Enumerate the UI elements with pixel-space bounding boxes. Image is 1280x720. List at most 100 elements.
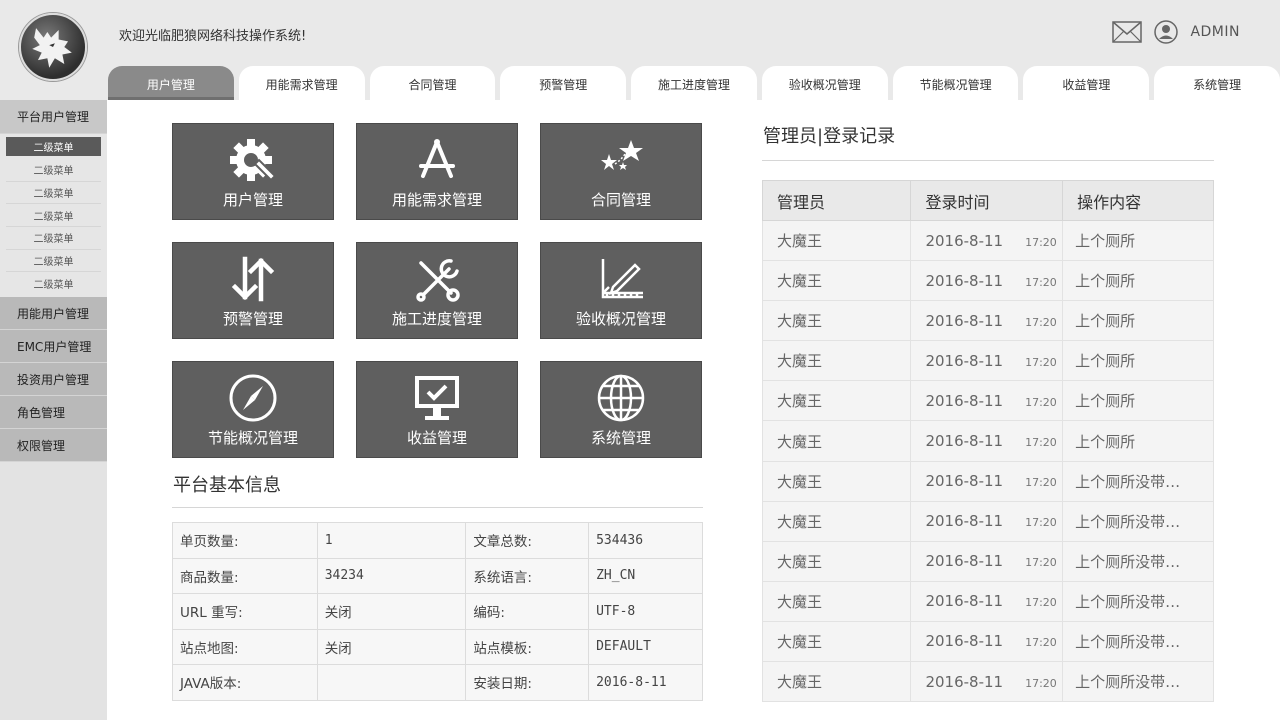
table-row[interactable]: 大魔王 2016-8-11 17:20 上个厕所 — [761, 300, 1214, 342]
table-row[interactable]: 大魔王 2016-8-11 17:20 上个厕所没带… — [761, 620, 1214, 663]
table-row: 单页数量: 1 文章总数: 534436 — [172, 522, 703, 559]
tile-contract[interactable]: 合同管理 — [540, 123, 702, 220]
sidebar-subitem[interactable]: 二级菜单 — [6, 182, 101, 205]
table-row[interactable]: 大魔王 2016-8-11 17:20 上个厕所 — [761, 219, 1214, 262]
header: 欢迎光临肥狼网络科技操作系统! ADMIN 用户管理 用能需求管理 合同管理 预… — [0, 0, 1280, 100]
platform-info-table: 单页数量: 1 文章总数: 534436 商品数量: 34234 系统语言: Z… — [172, 522, 703, 701]
table-row[interactable]: 大魔王 2016-8-11 17:20 上个厕所没带… — [761, 500, 1214, 542]
login-time: 17:20 — [1025, 516, 1057, 530]
tab-warning[interactable]: 预警管理 — [500, 66, 627, 100]
sidebar-group-platform-users[interactable]: 平台用户管理 — [0, 100, 107, 134]
sidebar-group-investor-users[interactable]: 投资用户管理 — [0, 363, 107, 397]
sidebar-subitem[interactable]: 二级菜单 — [6, 204, 101, 228]
tab-construction-progress[interactable]: 施工进度管理 — [631, 66, 757, 100]
tab-system[interactable]: 系统管理 — [1154, 66, 1280, 100]
admin-username[interactable]: ADMIN — [1190, 24, 1240, 40]
table-row[interactable]: 大魔王 2016-8-11 17:20 上个厕所 — [761, 260, 1214, 302]
login-time-cell: 2016-8-11 17:20 — [910, 380, 1064, 422]
main-nav-tabs: 用户管理 用能需求管理 合同管理 预警管理 施工进度管理 验收概况管理 节能概况… — [108, 66, 1280, 100]
info-label: 站点地图: — [172, 628, 318, 665]
login-time: 17:20 — [1025, 395, 1057, 409]
tile-energy-saving[interactable]: 节能概况管理 — [172, 361, 334, 458]
action-content-cell: 上个厕所没带… — [1062, 661, 1214, 703]
login-date: 2016-8-11 — [925, 351, 1004, 370]
info-label: 商品数量: — [172, 557, 318, 594]
admin-cell: 大魔王 — [761, 500, 912, 542]
sidebar-subitem[interactable]: 二级菜单 — [6, 159, 101, 182]
up-down-arrows-icon — [231, 256, 275, 302]
tile-system[interactable]: 系统管理 — [540, 361, 702, 458]
table-row[interactable]: 大魔王 2016-8-11 17:20 上个厕所没带… — [761, 460, 1214, 502]
tile-label: 合同管理 — [590, 191, 651, 209]
mail-icon[interactable] — [1112, 21, 1143, 43]
info-value: 关闭 — [316, 593, 467, 630]
tile-acceptance[interactable]: 验收概况管理 — [540, 242, 702, 339]
login-time: 17:20 — [1025, 235, 1057, 249]
info-value: 34234 — [316, 557, 467, 594]
table-row[interactable]: 大魔王 2016-8-11 17:20 上个厕所没带… — [761, 661, 1214, 703]
sidebar-group-permissions[interactable]: 权限管理 — [0, 429, 107, 463]
sidebar-subitem[interactable]: 二级菜单 — [6, 137, 101, 156]
tab-user-management[interactable]: 用户管理 — [108, 66, 234, 100]
login-time-cell: 2016-8-11 17:20 — [910, 540, 1064, 582]
admin-cell: 大魔王 — [761, 260, 912, 302]
login-time-cell: 2016-8-11 17:20 — [910, 661, 1064, 703]
login-time-cell: 2016-8-11 17:20 — [910, 300, 1064, 342]
table-row[interactable]: 大魔王 2016-8-11 17:20 上个厕所 — [761, 340, 1214, 382]
tile-warning[interactable]: 预警管理 — [172, 242, 334, 339]
divider — [172, 507, 703, 508]
login-date: 2016-8-11 — [925, 592, 1004, 611]
tile-label: 施工进度管理 — [391, 310, 482, 328]
login-log-body: 大魔王 2016-8-11 17:20 上个厕所 大魔王 2016-8-11 17:20 上个… — [761, 219, 1214, 703]
login-time-cell: 2016-8-11 17:20 — [910, 340, 1064, 382]
login-date: 2016-8-11 — [925, 552, 1004, 571]
admin-cell: 大魔王 — [761, 420, 912, 462]
info-value: UTF-8 — [588, 593, 703, 630]
login-date: 2016-8-11 — [925, 472, 1004, 491]
info-value: 534436 — [588, 522, 703, 559]
table-row[interactable]: 大魔王 2016-8-11 17:20 上个厕所 — [761, 420, 1214, 462]
tab-contract[interactable]: 合同管理 — [369, 66, 496, 100]
tile-energy-demand[interactable]: 用能需求管理 — [356, 123, 518, 220]
header-actions: ADMIN — [1112, 20, 1240, 44]
action-content-cell: 上个厕所 — [1062, 219, 1214, 262]
login-date: 2016-8-11 — [925, 672, 1004, 691]
sidebar: 平台用户管理 二级菜单 二级菜单 二级菜单 二级菜单 二级菜单 二级菜单 二级菜… — [0, 100, 107, 720]
info-value: DEFAULT — [588, 628, 703, 665]
user-avatar-icon[interactable] — [1154, 20, 1179, 44]
info-label: 系统语言: — [465, 557, 590, 594]
tab-energy-saving[interactable]: 节能概况管理 — [892, 66, 1019, 100]
sidebar-group-roles[interactable]: 角色管理 — [0, 396, 107, 430]
table-row[interactable]: 大魔王 2016-8-11 17:20 上个厕所没带… — [761, 540, 1214, 582]
admin-cell: 大魔王 — [761, 580, 912, 622]
sidebar-subitem[interactable]: 二级菜单 — [6, 250, 101, 273]
table-header-row: 管理员 登录时间 操作内容 — [761, 180, 1214, 221]
sidebar-group-energy-users[interactable]: 用能用户管理 — [0, 297, 107, 331]
sidebar-group-emc-users[interactable]: EMC用户管理 — [0, 330, 107, 364]
wolf-logo-icon[interactable] — [19, 13, 87, 81]
admin-cell: 大魔王 — [761, 300, 912, 342]
action-content-cell: 上个厕所没带… — [1062, 460, 1214, 502]
info-label: 安装日期: — [465, 664, 590, 701]
tile-label: 系统管理 — [590, 429, 651, 447]
admin-cell: 大魔王 — [761, 620, 912, 663]
login-time-cell: 2016-8-11 17:20 — [910, 420, 1064, 462]
tile-construction-progress[interactable]: 施工进度管理 — [356, 242, 518, 339]
login-date: 2016-8-11 — [925, 271, 1004, 290]
tile-revenue[interactable]: 收益管理 — [356, 361, 518, 458]
table-row[interactable]: 大魔王 2016-8-11 17:20 上个厕所没带… — [761, 580, 1214, 622]
action-content-cell: 上个厕所没带… — [1062, 580, 1214, 622]
login-log-title: 管理员|登录记录 — [763, 126, 896, 147]
tab-revenue[interactable]: 收益管理 — [1023, 66, 1150, 100]
login-time: 17:20 — [1025, 476, 1057, 490]
tab-acceptance[interactable]: 验收概况管理 — [761, 66, 888, 100]
info-label: JAVA版本: — [172, 664, 318, 701]
tab-energy-demand[interactable]: 用能需求管理 — [238, 66, 365, 100]
sidebar-subitem[interactable]: 二级菜单 — [6, 272, 101, 295]
info-value: 关闭 — [316, 628, 467, 665]
action-content-cell: 上个厕所 — [1062, 380, 1214, 422]
tile-user-management[interactable]: 用户管理 — [172, 123, 334, 220]
table-row: 商品数量: 34234 系统语言: ZH_CN — [172, 557, 703, 594]
sidebar-subitem[interactable]: 二级菜单 — [6, 227, 101, 250]
table-row[interactable]: 大魔王 2016-8-11 17:20 上个厕所 — [761, 380, 1214, 422]
